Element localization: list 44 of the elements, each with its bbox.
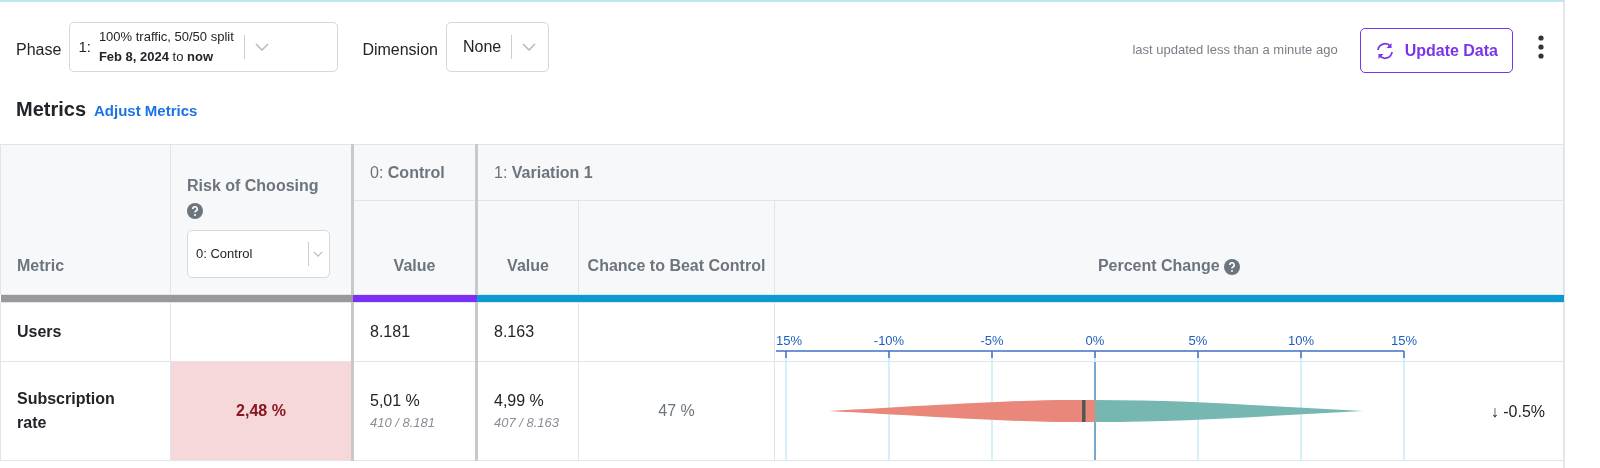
axis-tick-label: -10% <box>873 333 905 348</box>
axis-tick-label: 5% <box>1188 333 1208 348</box>
chance-value: 47 % <box>658 402 695 419</box>
phase-label: Phase <box>16 40 62 60</box>
dimension-value: None <box>462 37 502 57</box>
cell-value: 8.163 <box>494 322 536 342</box>
sample-count: 407 / 8.163 <box>494 414 561 433</box>
risk-value: 2,48 % <box>236 402 286 419</box>
column-header: 1: Variation 1 <box>476 144 1564 201</box>
update-data-button[interactable]: Update Data <box>1359 28 1513 73</box>
cell-value: 8.181 <box>370 322 412 342</box>
risk-select[interactable]: 0: Control <box>187 230 330 278</box>
axis-tick-label: 15% <box>1391 333 1417 348</box>
column-header: Percent Change <box>1097 257 1220 274</box>
cell-value: 4,99 % <box>494 391 545 412</box>
sample-count: 410 / 8.181 <box>370 414 437 433</box>
metric-name: Users <box>17 323 62 340</box>
cell-value: 5,01 % <box>370 391 421 412</box>
risk-select-value: 0: Control <box>196 245 254 264</box>
column-header: 0: Control <box>352 144 477 201</box>
column-header: Chance to Beat Control <box>578 200 775 295</box>
axis-tick-label: -5% <box>980 333 1004 348</box>
column-header: Value <box>476 200 579 295</box>
help-icon[interactable] <box>187 202 203 219</box>
last-updated-text: last updated less than a minute ago <box>1132 41 1338 59</box>
percent-change-value: ↓ -0.5% <box>1490 402 1545 422</box>
phase-dates: Feb 8, 2024 to now <box>98 48 215 66</box>
axis-tick-label: 10% <box>1288 333 1314 348</box>
dimension-select[interactable]: None <box>445 22 550 72</box>
column-header: Risk of Choosing <box>187 177 319 194</box>
dimension-label: Dimension <box>362 40 438 60</box>
column-header: Metric <box>0 144 171 295</box>
refresh-icon <box>1374 41 1395 60</box>
column-header: Value <box>352 200 477 295</box>
axis-tick-label: 15% <box>776 333 803 348</box>
axis-tick-label: 0% <box>1085 333 1105 348</box>
phase-select[interactable]: 1: 100% traffic, 50/50 split Feb 8, 2024 to now <box>69 22 339 72</box>
help-icon[interactable] <box>1224 258 1241 275</box>
more-options-icon[interactable] <box>1537 35 1545 60</box>
adjust-metrics-link[interactable]: Adjust Metrics <box>94 100 198 123</box>
metric-name: Subscription rate <box>17 390 115 431</box>
phase-index: 1: <box>78 36 91 57</box>
section-title: Metrics <box>16 97 87 122</box>
phase-name: 100% traffic, 50/50 split <box>98 28 234 46</box>
